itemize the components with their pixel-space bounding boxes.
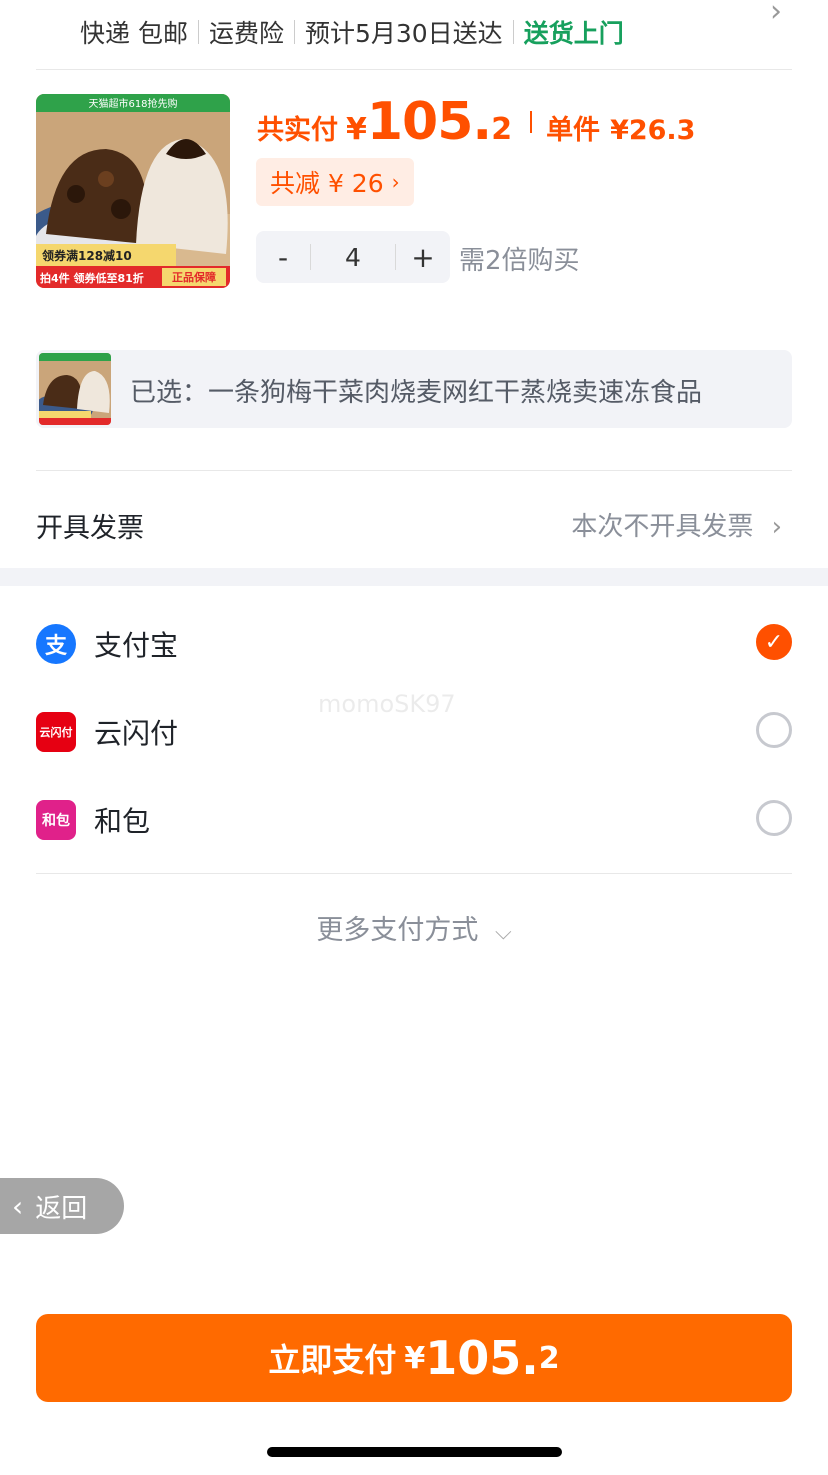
payment-method-name: 和包 bbox=[94, 805, 151, 838]
more-payment-label: 更多支付方式 bbox=[316, 915, 479, 946]
payment-method-name: 支付宝 bbox=[94, 629, 179, 662]
radio-checked-icon[interactable]: ✓ bbox=[756, 624, 792, 660]
divider bbox=[530, 111, 533, 133]
unionpay-icon: 云闪付 bbox=[36, 712, 76, 752]
back-button[interactable]: ‹ 返回 bbox=[0, 1178, 124, 1234]
hebao-icon: 和包 bbox=[36, 800, 76, 840]
divider bbox=[197, 20, 199, 44]
selected-variant[interactable]: 已选：一条狗梅干菜肉烧麦网红干蒸烧卖速冻食品 bbox=[36, 350, 792, 428]
discount-text: 共减 ¥ 26 bbox=[270, 169, 384, 198]
pay-amount-dec: 2 bbox=[538, 1340, 560, 1376]
divider bbox=[293, 20, 295, 44]
currency-symbol: ¥ bbox=[346, 112, 367, 147]
image-badge-text: 正品保障 bbox=[172, 270, 216, 284]
more-payment-methods[interactable]: 更多支付方式 ⌵ bbox=[0, 908, 828, 947]
payment-method-name: 云闪付 bbox=[94, 717, 179, 750]
quantity-input[interactable]: 4 bbox=[311, 243, 395, 272]
total-price-dec: 2 bbox=[491, 112, 513, 147]
door-delivery: 送货上门 bbox=[523, 19, 624, 48]
alipay-icon: 支 bbox=[36, 624, 76, 664]
quantity-note: 需2倍购买 bbox=[459, 246, 580, 276]
invoice-label: 开具发票 bbox=[36, 513, 144, 544]
chevron-down-icon: ⌵ bbox=[494, 920, 512, 945]
radio-unchecked-icon[interactable] bbox=[756, 712, 792, 748]
radio-unchecked-icon[interactable] bbox=[756, 800, 792, 836]
quantity-stepper: - 4 + bbox=[256, 231, 450, 283]
total-price-int: 105. bbox=[366, 92, 492, 152]
delivery-eta: 预计5月30日送达 bbox=[304, 19, 503, 48]
back-label: 返回 bbox=[35, 1193, 88, 1224]
watermark: momoSK97 bbox=[318, 690, 456, 718]
shipping-info: 快递 包邮 运费险 预计5月30日送达 送货上门 bbox=[80, 14, 624, 50]
chevron-left-icon: ‹ bbox=[12, 1189, 24, 1223]
total-label: 共实付 bbox=[257, 115, 338, 146]
divider bbox=[36, 873, 792, 874]
chevron-right-icon: › bbox=[771, 512, 782, 542]
invoice-option[interactable]: 本次不开具发票 › bbox=[571, 506, 782, 543]
currency-symbol: ¥ bbox=[404, 1340, 426, 1376]
decrease-button[interactable]: - bbox=[256, 241, 310, 274]
shipping-method: 快递 包邮 bbox=[80, 19, 188, 48]
image-promo-text: 拍4件 领券低至81折 bbox=[40, 271, 144, 285]
selected-variant-text: 已选：一条狗梅干菜肉烧麦网红干蒸烧卖速冻食品 bbox=[130, 378, 703, 408]
discount-chip[interactable]: 共减 ¥ 26 › bbox=[256, 158, 414, 206]
home-indicator[interactable] bbox=[267, 1447, 562, 1457]
pay-amount-int: 105. bbox=[425, 1331, 539, 1385]
divider bbox=[36, 470, 792, 471]
unit-price: ¥26.3 bbox=[610, 115, 696, 146]
invoice-value: 本次不开具发票 bbox=[571, 512, 754, 542]
chevron-right-icon: › bbox=[391, 170, 400, 194]
chevron-right-icon[interactable]: › bbox=[770, 0, 782, 29]
increase-button[interactable]: + bbox=[396, 241, 450, 274]
payment-option-hebao[interactable]: 和包 和包 bbox=[36, 790, 792, 850]
price-summary: 共实付 ¥ 105. 2 单件 ¥26.3 bbox=[257, 92, 695, 152]
variant-thumbnail bbox=[39, 353, 111, 425]
pay-now-button[interactable]: 立即支付 ¥ 105. 2 bbox=[36, 1314, 792, 1402]
product-image[interactable]: 天猫超市618抢先购 领券满128减10 拍4件 领券低至81折 正品保障 bbox=[36, 94, 230, 288]
payment-option-alipay[interactable]: 支 支付宝 ✓ bbox=[36, 614, 792, 674]
divider bbox=[512, 20, 514, 44]
image-coupon-text: 领券满128减10 bbox=[42, 248, 132, 263]
section-divider bbox=[0, 568, 828, 586]
unit-label: 单件 bbox=[546, 115, 601, 146]
divider bbox=[36, 69, 792, 70]
shipping-insurance: 运费险 bbox=[208, 19, 284, 48]
image-banner-text: 天猫超市618抢先购 bbox=[88, 97, 177, 110]
pay-button-label: 立即支付 bbox=[268, 1341, 397, 1379]
